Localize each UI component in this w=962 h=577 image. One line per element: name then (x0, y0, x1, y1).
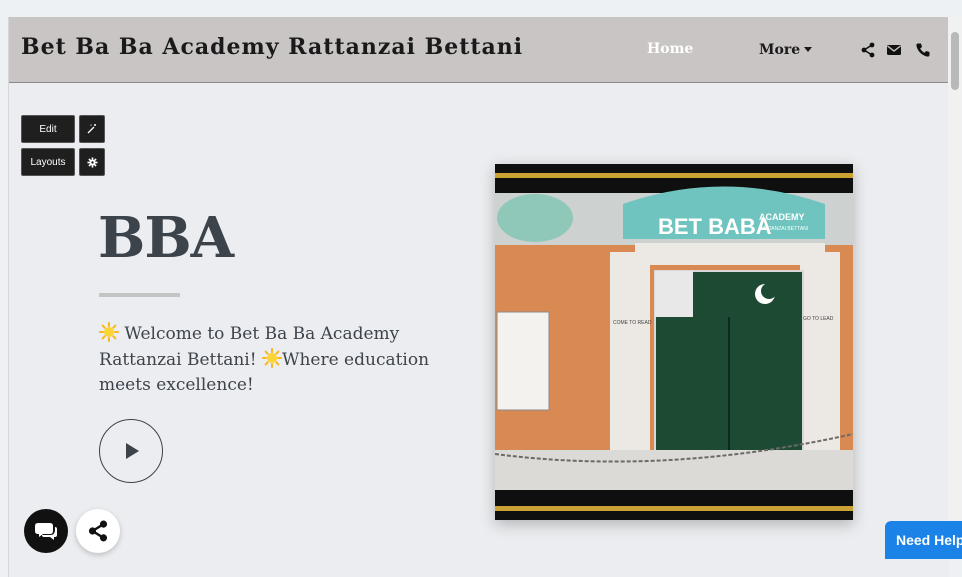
gear-icon (86, 156, 98, 168)
chat-icon (35, 523, 57, 540)
academy-photo: BET BABA ACADEMY RATTANZAI BETTANI COME … (494, 164, 854, 520)
site-title[interactable]: Bet Ba Ba Academy Rattanzai Bettani (21, 34, 523, 60)
edit-button[interactable]: Edit (21, 115, 75, 143)
photo-wall-left-text: COME TO READ (613, 320, 652, 326)
scrollbar-thumb[interactable] (951, 32, 959, 90)
photo-sign-sub-text: RATTANZAI BETTANI (759, 226, 808, 232)
nav-home[interactable]: Home (647, 41, 693, 57)
layouts-button[interactable]: Layouts (21, 148, 75, 176)
academy-gate-image: BET BABA ACADEMY RATTANZAI BETTANI COME … (494, 164, 854, 520)
envelope-icon[interactable] (886, 42, 902, 58)
nav-more-label: More (759, 42, 801, 58)
sun-emoji-icon (99, 322, 119, 342)
layouts-button-label: Layouts (30, 156, 66, 168)
sun-emoji-icon (261, 347, 282, 368)
hero-welcome-text: Welcome to Bet Ba Ba Academy Rattanzai B… (99, 322, 439, 399)
photo-sign-text: BET BABA (658, 214, 772, 239)
share-fab-button[interactable] (76, 509, 120, 553)
hero-divider (99, 293, 180, 297)
share-icon[interactable] (860, 42, 876, 58)
play-video-button[interactable] (99, 419, 163, 483)
scrollbar[interactable] (948, 17, 962, 559)
magic-wand-button[interactable] (79, 115, 105, 143)
chat-button[interactable] (24, 509, 68, 553)
share-icon (88, 520, 108, 542)
magic-wand-icon (87, 124, 96, 134)
play-icon (126, 443, 139, 459)
hero-title: BBA (98, 205, 234, 271)
phone-icon[interactable] (915, 42, 931, 58)
edit-button-label: Edit (39, 123, 57, 135)
need-help-button[interactable]: Need Help (885, 521, 962, 559)
site-frame: Bet Ba Ba Academy Rattanzai Bettani Home… (8, 17, 949, 577)
site-header: Bet Ba Ba Academy Rattanzai Bettani Home… (9, 17, 949, 83)
photo-wall-right-text: GO TO LEAD (803, 316, 834, 322)
nav-more-dropdown[interactable]: More (759, 42, 813, 58)
photo-sign-small-text: ACADEMY (759, 212, 805, 222)
caret-down-icon (804, 47, 813, 52)
settings-button[interactable] (79, 148, 105, 176)
